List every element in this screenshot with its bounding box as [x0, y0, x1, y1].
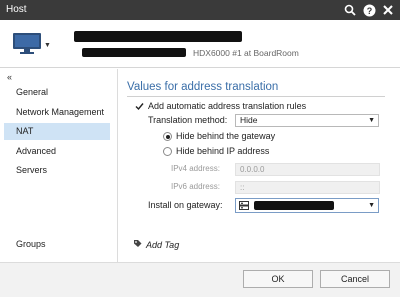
search-icon[interactable]: [342, 2, 358, 18]
ipv6-label: IPv6 address:: [171, 182, 220, 191]
nat-panel: Values for address translation Add autom…: [119, 69, 400, 262]
gateway-icon: [239, 201, 249, 213]
dialog-footer: OK Cancel: [0, 262, 400, 297]
install-gateway-select[interactable]: ▼: [235, 198, 379, 213]
chevron-down-icon: ▼: [368, 117, 375, 124]
hide-gateway-label: Hide behind the gateway: [176, 131, 276, 141]
section-title: Values for address translation: [127, 81, 279, 93]
ipv6-field[interactable]: ::: [235, 181, 380, 194]
sidebar-item-advanced[interactable]: Advanced: [4, 143, 110, 160]
sidebar-item-network-management[interactable]: Network Management: [4, 104, 110, 121]
help-icon[interactable]: ?: [361, 2, 377, 18]
translation-method-select[interactable]: Hide ▼: [235, 114, 379, 127]
svg-text:?: ?: [366, 6, 372, 16]
sidebar-item-nat[interactable]: NAT: [4, 123, 110, 140]
hide-gateway-radio[interactable]: [163, 132, 172, 141]
title-bar: Host ?: [0, 0, 400, 20]
install-gateway-label: Install on gateway:: [148, 200, 223, 210]
close-icon[interactable]: [380, 2, 396, 18]
sidebar-item-servers[interactable]: Servers: [4, 162, 110, 179]
tag-icon: [133, 239, 142, 250]
auto-rules-checkbox[interactable]: [135, 102, 144, 111]
cancel-button[interactable]: Cancel: [320, 270, 390, 288]
ipv4-label: IPv4 address:: [171, 164, 220, 173]
translation-method-value: Hide: [240, 115, 258, 125]
translation-method-label: Translation method:: [148, 115, 228, 125]
auto-rules-label: Add automatic address translation rules: [148, 101, 307, 111]
chevron-down-icon: ▼: [368, 202, 375, 209]
host-monitor-icon[interactable]: [12, 32, 42, 56]
collapse-icon[interactable]: «: [7, 72, 12, 82]
hide-ip-radio[interactable]: [163, 147, 172, 156]
hide-ip-label: Hide behind IP address: [176, 146, 270, 156]
chevron-down-icon[interactable]: ▼: [44, 42, 51, 49]
redacted-name[interactable]: [74, 31, 242, 42]
add-tag-label: Add Tag: [146, 239, 180, 250]
sidebar: « General Network Management NAT Advance…: [0, 69, 118, 262]
add-tag-link[interactable]: Add Tag: [133, 239, 179, 250]
section-divider: [127, 96, 385, 97]
object-header: ▼ HDX6000 #1 at BoardRoom: [0, 20, 400, 68]
window-title: Host: [6, 4, 27, 15]
ok-button[interactable]: OK: [243, 270, 313, 288]
ipv4-field[interactable]: 0.0.0.0: [235, 163, 380, 176]
host-subtitle: HDX6000 #1 at BoardRoom: [193, 48, 299, 58]
sidebar-item-general[interactable]: General: [4, 84, 110, 101]
redacted-gateway: [254, 201, 334, 210]
sidebar-item-groups[interactable]: Groups: [4, 236, 110, 253]
